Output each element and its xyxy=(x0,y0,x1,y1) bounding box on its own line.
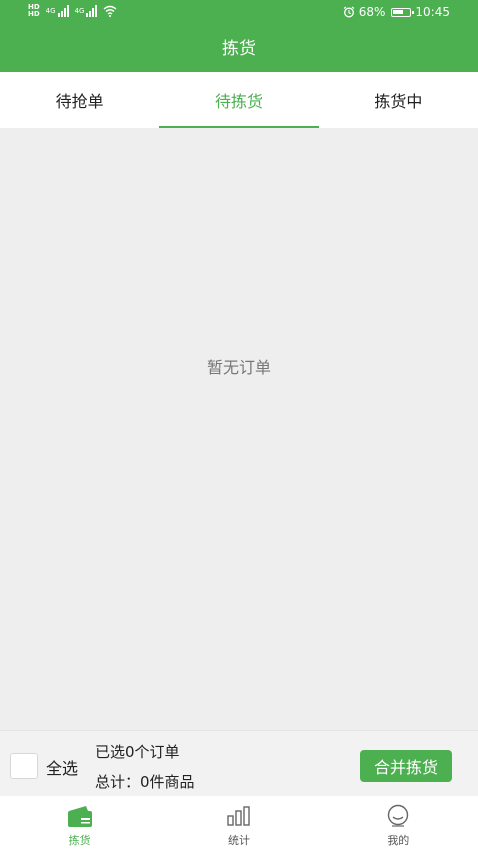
signal-icon-2 xyxy=(86,5,98,17)
tab-picking[interactable]: 拣货中 xyxy=(319,72,478,128)
status-right: 68% 10:45 xyxy=(343,5,450,19)
signal-icon xyxy=(57,5,69,17)
nav-label: 统计 xyxy=(227,834,250,847)
hd-indicator: HD HD xyxy=(28,4,40,18)
battery-icon xyxy=(391,7,415,17)
alarm-icon xyxy=(343,6,355,18)
network-type-1: 4G xyxy=(45,7,56,15)
bottom-nav: 拣货 统计 我的 xyxy=(0,796,478,850)
status-left: HD HD 4G 4G xyxy=(28,4,117,18)
nav-item-mine[interactable]: 我的 xyxy=(319,796,478,850)
nav-item-statistics[interactable]: 统计 xyxy=(159,796,318,850)
top-bar: HD HD 4G 4G 68% 10:45 拣货 xyxy=(0,0,478,72)
app-screen: HD HD 4G 4G 68% 10:45 拣货 待抢单 待拣货 拣货中 暂无订… xyxy=(0,0,478,850)
status-bar: HD HD 4G 4G 68% 10:45 xyxy=(0,0,478,26)
tab-label: 待抢单 xyxy=(55,92,104,111)
nav-label: 拣货 xyxy=(68,834,91,847)
network-type-2: 4G xyxy=(74,7,85,15)
bar-chart-icon xyxy=(225,802,253,830)
total-items: 总计：0件商品 xyxy=(95,773,195,791)
tab-pending-pick[interactable]: 待拣货 xyxy=(159,72,319,128)
battery-percent: 68% xyxy=(358,5,386,19)
order-list: 暂无订单 xyxy=(0,128,478,730)
empty-state-text: 暂无订单 xyxy=(206,358,271,377)
wallet-icon xyxy=(66,802,94,830)
tab-label: 待拣货 xyxy=(214,92,263,111)
select-all-checkbox[interactable] xyxy=(10,753,38,779)
page-title: 拣货 xyxy=(222,39,256,59)
clock: 10:45 xyxy=(415,5,450,19)
smiley-icon xyxy=(384,802,412,830)
wifi-icon xyxy=(103,5,117,17)
select-all-label[interactable]: 全选 xyxy=(46,755,78,779)
nav-label: 我的 xyxy=(387,834,410,847)
tab-label: 拣货中 xyxy=(374,92,423,111)
merge-pick-button[interactable]: 合并拣货 xyxy=(360,750,452,782)
hd-label-2: HD xyxy=(28,10,40,18)
tab-pending-grab[interactable]: 待抢单 xyxy=(0,72,159,128)
nav-item-picking[interactable]: 拣货 xyxy=(0,796,159,850)
tab-bar: 待抢单 待拣货 拣货中 xyxy=(0,72,478,128)
battery-fill xyxy=(393,9,404,14)
bottom-action-bar: 全选 已选0个订单 总计：0件商品 合并拣货 xyxy=(0,730,478,796)
selected-count: 已选0个订单 xyxy=(95,743,180,761)
